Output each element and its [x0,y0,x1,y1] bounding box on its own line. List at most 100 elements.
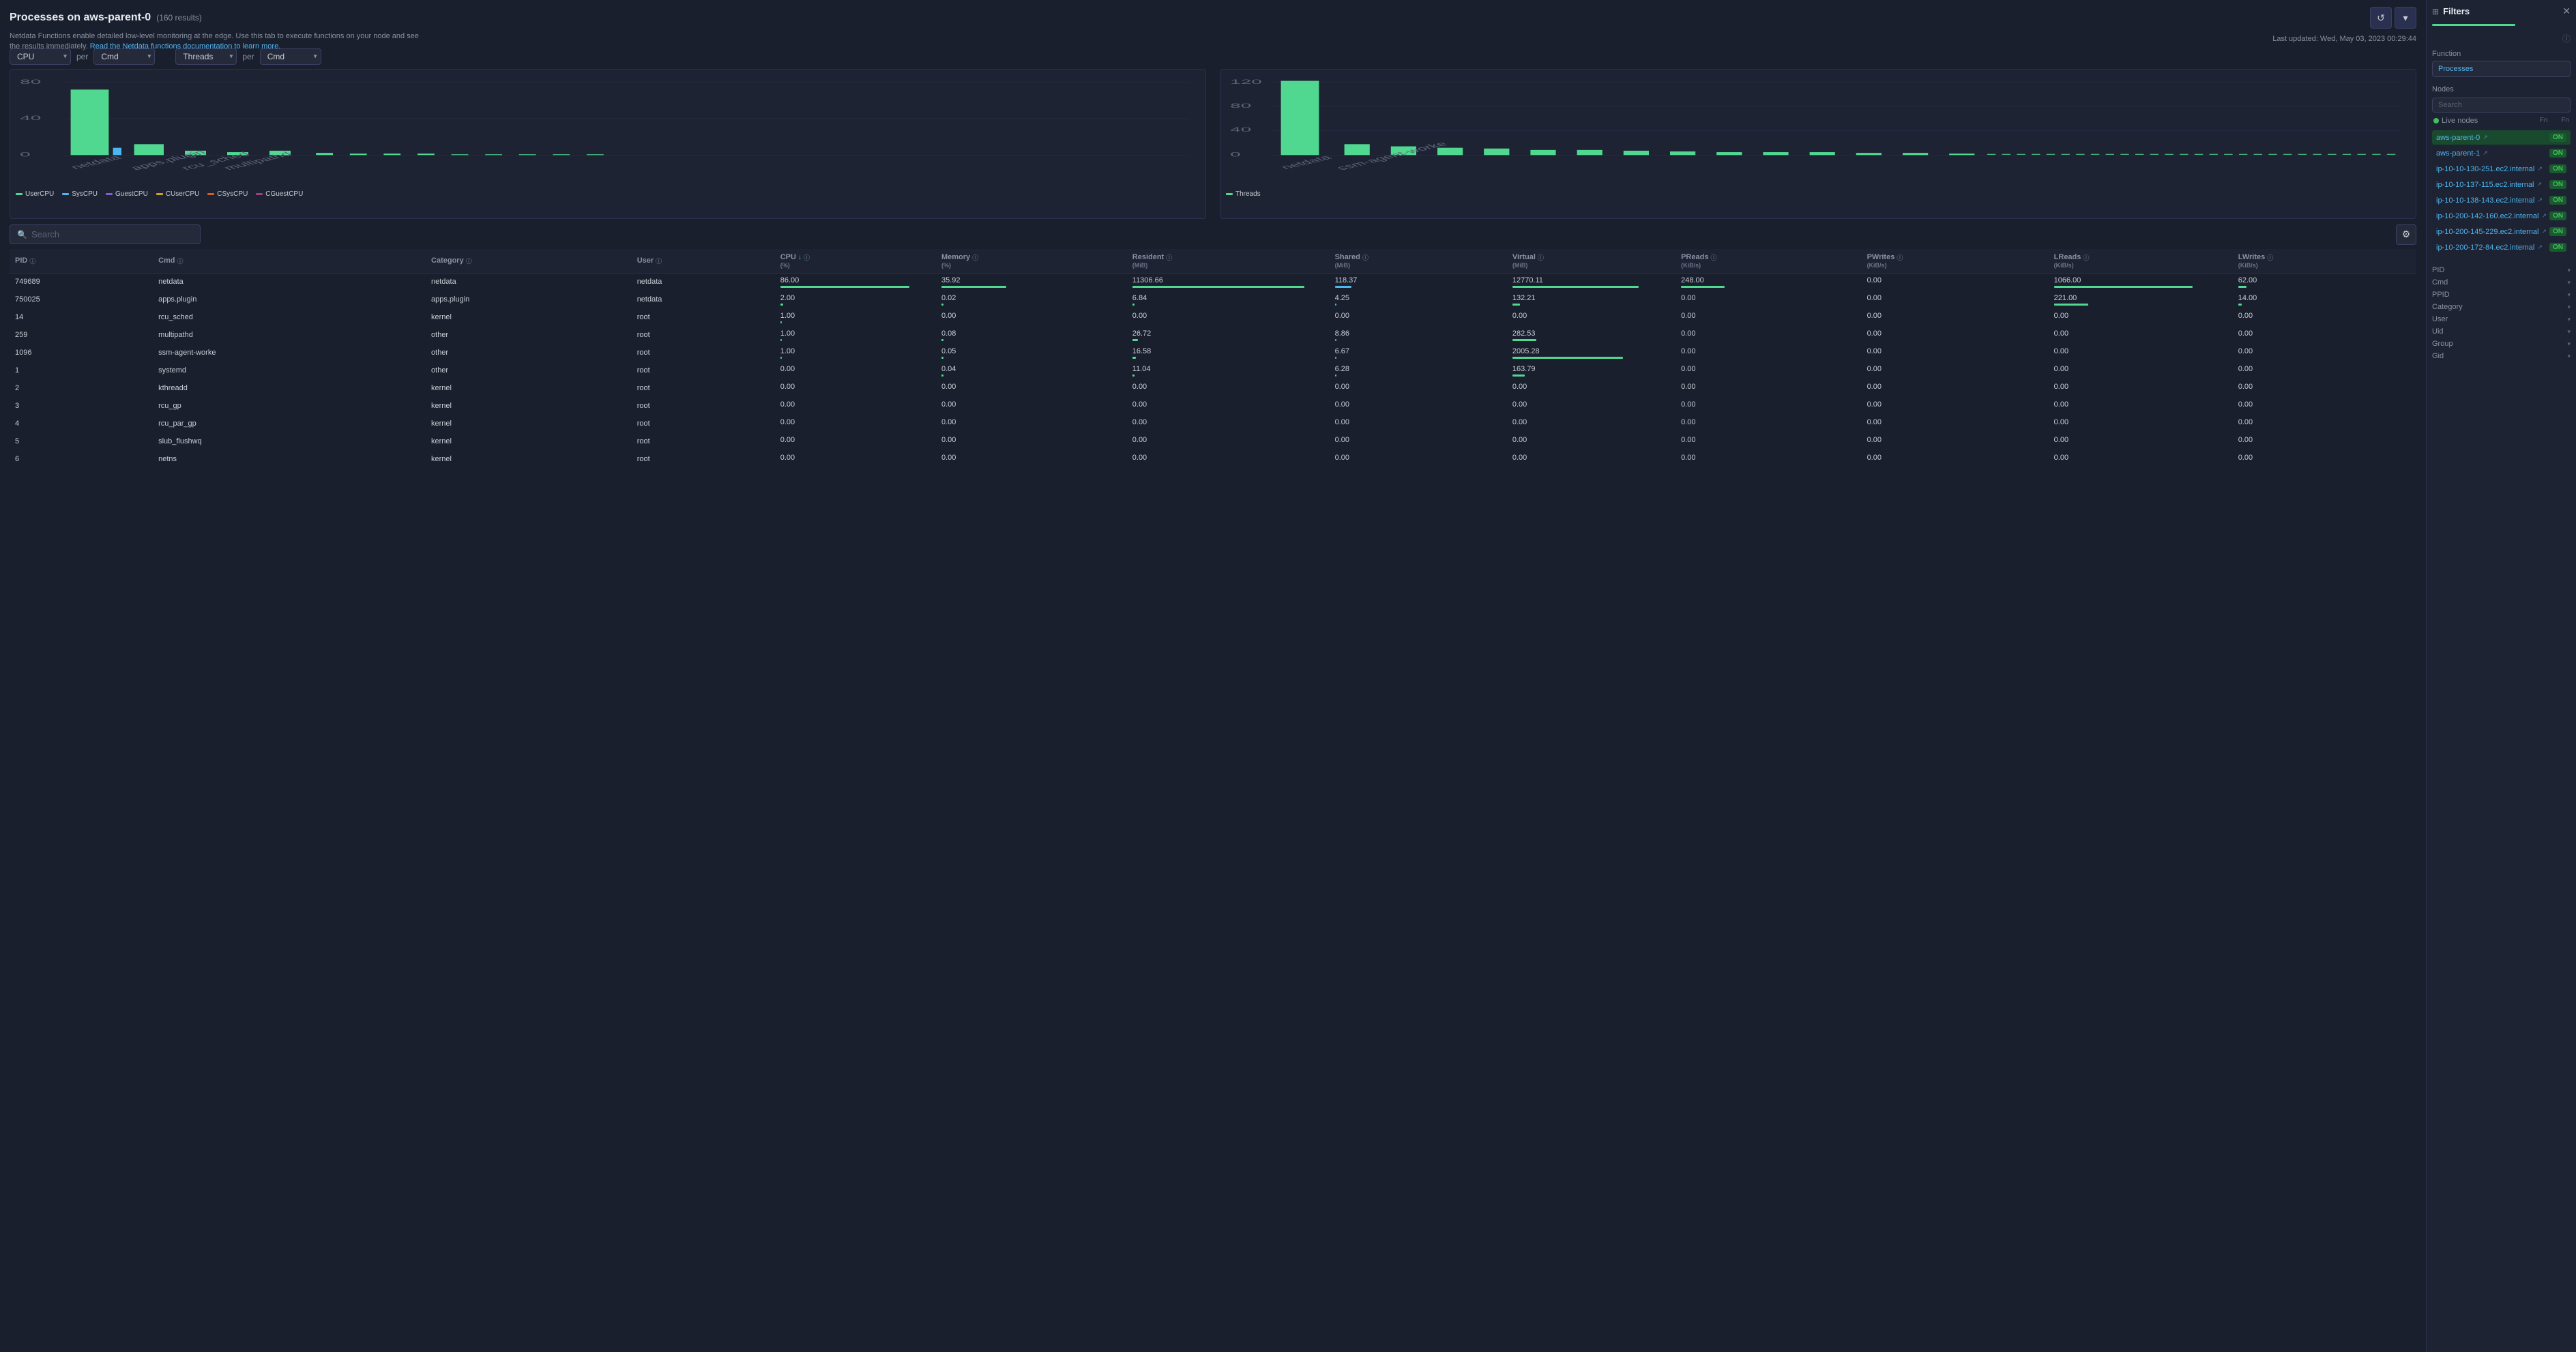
lreads-info-icon[interactable]: ⓘ [2083,253,2089,262]
refresh-icon: ↺ [2377,12,2385,24]
th-resident[interactable]: Resident ⓘ (MiB) [1127,249,1330,274]
node-item[interactable]: ip-10-10-138-143.ec2.internal ↗ ON [2432,193,2571,207]
th-cpu[interactable]: CPU ↓ ⓘ (%) [775,249,936,274]
preads-info-icon[interactable]: ⓘ [1710,253,1716,262]
nodes-search-input[interactable] [2432,98,2571,113]
table-row[interactable]: 14rcu_schedkernelroot1.000.000.000.000.0… [10,308,2416,326]
column-filter-chevron-icon: ▾ [2567,340,2571,348]
search-input[interactable] [31,229,193,239]
chevron-down-icon: ▾ [2403,12,2407,24]
memory-info-icon[interactable]: ⓘ [972,253,978,262]
th-preads[interactable]: PReads ⓘ (KiB/s) [1675,249,1861,274]
node-item[interactable]: aws-parent-1 ↗ ON [2432,146,2571,160]
th-virtual[interactable]: Virtual ⓘ (MiB) [1507,249,1675,274]
cpu-per-select-wrapper[interactable]: Cmd ▾ [93,48,155,65]
live-nodes-label: Live nodes [2442,117,2478,125]
th-cmd[interactable]: Cmd ⓘ [153,249,426,274]
node-name: aws-parent-1 ↗ [2436,149,2488,158]
svg-text:40: 40 [20,115,41,122]
fn2-header: Fn [2561,117,2569,128]
column-filter-item[interactable]: Gid▾ [2432,350,2571,362]
table-row[interactable]: 1096ssm-agent-workeotherroot1.000.0516.5… [10,344,2416,362]
node-item[interactable]: ip-10-10-137-115.ec2.internal ↗ ON [2432,177,2571,192]
node-status-badge: ON [2549,164,2566,173]
column-filter-chevron-icon: ▾ [2567,304,2571,311]
th-user[interactable]: User ⓘ [632,249,775,274]
svg-text:80: 80 [20,78,41,85]
threads-select[interactable]: Threads [175,48,237,65]
close-sidebar-button[interactable]: ✕ [2562,5,2571,17]
table-row[interactable]: 4rcu_par_gpkernelroot0.000.000.000.000.0… [10,415,2416,432]
external-link-icon: ↗ [2537,165,2543,173]
refresh-button[interactable]: ↺ [2370,7,2392,29]
th-category[interactable]: Category ⓘ [426,249,632,274]
column-filter-item[interactable]: User▾ [2432,313,2571,325]
node-status-badge: ON [2549,133,2566,142]
pwrites-info-icon[interactable]: ⓘ [1897,253,1903,262]
th-pid[interactable]: PID ⓘ [10,249,153,274]
column-filter-item[interactable]: PID▾ [2432,264,2571,276]
th-lreads[interactable]: LReads ⓘ (KiB/s) [2049,249,2233,274]
table-row[interactable]: 2kthreaddkernelroot0.000.000.000.000.000… [10,379,2416,397]
pid-info-icon[interactable]: ⓘ [29,256,35,265]
svg-text:80: 80 [1230,102,1251,109]
table-row[interactable]: 749689netdatanetdatanetdata86.0035.92113… [10,273,2416,291]
cmd-info-icon[interactable]: ⓘ [177,256,184,265]
function-label: Function [2432,50,2571,58]
th-shared[interactable]: Shared ⓘ (MiB) [1330,249,1507,274]
table-row[interactable]: 259multipathdotherroot1.000.0826.728.862… [10,326,2416,344]
column-filter-label: PID [2432,266,2444,274]
threads-select-wrapper[interactable]: Threads ▾ [175,48,237,65]
table-row[interactable]: 6netnskernelroot0.000.000.000.000.000.00… [10,450,2416,468]
search-wrapper[interactable]: 🔍 [10,224,201,244]
threads-per-select-wrapper[interactable]: Cmd ▾ [260,48,321,65]
filters-sidebar: ⊞ Filters ✕ ⓘ Function Processes Nodes L… [2426,0,2576,1352]
svg-text:netdata: netdata [67,153,125,170]
sidebar-info-icon[interactable]: ⓘ [2562,33,2571,44]
node-item[interactable]: ip-10-200-172-84.ec2.internal ↗ ON [2432,240,2571,254]
node-item[interactable]: ip-10-200-145-229.ec2.internal ↗ ON [2432,224,2571,239]
column-filter-label: Group [2432,340,2453,348]
column-filter-item[interactable]: PPID▾ [2432,289,2571,301]
column-filter-item[interactable]: Uid▾ [2432,325,2571,338]
node-name: ip-10-200-172-84.ec2.internal ↗ [2436,244,2543,252]
node-item[interactable]: ip-10-10-130-251.ec2.internal ↗ ON [2432,162,2571,176]
column-filter-label: User [2432,315,2448,323]
table-row[interactable]: 1systemdotherroot0.000.0411.046.28163.79… [10,362,2416,379]
table-row[interactable]: 3rcu_gpkernelroot0.000.000.000.000.000.0… [10,397,2416,415]
dropdown-button[interactable]: ▾ [2395,7,2416,29]
cpu-per-select[interactable]: Cmd [93,48,155,65]
svg-text:120: 120 [1230,78,1262,85]
threads-per-select[interactable]: Cmd [260,48,321,65]
function-value[interactable]: Processes [2432,61,2571,77]
node-item[interactable]: ip-10-200-142-160.ec2.internal ↗ ON [2432,209,2571,223]
node-status-badge: ON [2549,227,2566,236]
column-filter-item[interactable]: Category▾ [2432,301,2571,313]
settings-icon: ⚙ [2402,229,2411,240]
results-count: (160 results) [156,13,202,23]
table-row[interactable]: 750025apps.pluginapps.pluginnetdata2.000… [10,291,2416,308]
user-info-icon[interactable]: ⓘ [656,256,662,265]
column-filter-chevron-icon: ▾ [2567,328,2571,336]
lwrites-info-icon[interactable]: ⓘ [2267,253,2273,262]
table-settings-button[interactable]: ⚙ [2396,224,2416,245]
column-filter-item[interactable]: Group ▾ [2432,338,2571,350]
virtual-info-icon[interactable]: ⓘ [1538,253,1544,262]
external-link-icon: ↗ [2537,181,2543,188]
cpu-info-icon[interactable]: ⓘ [804,253,810,262]
node-status-badge: ON [2549,180,2566,189]
th-lwrites[interactable]: LWrites ⓘ (KiB/s) [2233,249,2416,274]
column-filter-label: PPID [2432,291,2450,299]
column-filter-item[interactable]: Cmd▾ [2432,276,2571,289]
cpu-select[interactable]: CPU [10,48,71,65]
category-info-icon[interactable]: ⓘ [466,256,472,265]
resident-info-icon[interactable]: ⓘ [1166,253,1172,262]
th-memory[interactable]: Memory ⓘ (%) [936,249,1127,274]
th-pwrites[interactable]: PWrites ⓘ (KiB/s) [1862,249,2049,274]
node-item[interactable]: aws-parent-0 ↗ ON [2432,130,2571,145]
shared-info-icon[interactable]: ⓘ [1362,253,1368,262]
node-name: ip-10-10-137-115.ec2.internal ↗ [2436,181,2542,189]
cpu-select-wrapper[interactable]: CPU ▾ [10,48,71,65]
column-filters-section: PID▾Cmd▾PPID▾Category▾User▾Uid▾Group▾Gid… [2432,264,2571,362]
table-row[interactable]: 5slub_flushwqkernelroot0.000.000.000.000… [10,432,2416,450]
